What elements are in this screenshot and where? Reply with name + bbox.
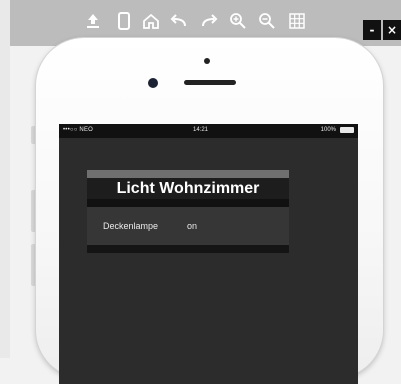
- panel-divider: [87, 199, 289, 207]
- zoom-out-icon[interactable]: [256, 10, 278, 32]
- window-controls: - ×: [363, 20, 401, 40]
- light-panel: Licht Wohnzimmer Deckenlampe on: [87, 170, 289, 253]
- switch-row-deckenlampe[interactable]: Deckenlampe on: [87, 207, 289, 245]
- undo-icon[interactable]: [168, 10, 190, 32]
- switch-label: Deckenlampe: [103, 221, 159, 231]
- battery-icon: [340, 127, 354, 133]
- phone-sensor: [204, 58, 210, 64]
- status-time: 14:21: [193, 127, 209, 133]
- zoom-in-icon[interactable]: [227, 10, 249, 32]
- status-battery-percent: 100%: [320, 127, 336, 133]
- panel-title: Licht Wohnzimmer: [87, 178, 289, 199]
- home-icon[interactable]: [140, 10, 162, 32]
- panel-header-strip: [87, 170, 289, 178]
- phone-camera: [148, 78, 158, 88]
- switch-state[interactable]: on: [187, 221, 197, 231]
- phone-frame: •••○○ NEO 14:21 100% Licht Wohnzimmer De…: [36, 38, 383, 384]
- phone-speaker: [184, 80, 236, 85]
- phone-screen: •••○○ NEO 14:21 100% Licht Wohnzimmer De…: [59, 124, 358, 384]
- redo-icon[interactable]: [198, 10, 220, 32]
- upload-icon[interactable]: [82, 10, 104, 32]
- status-bar: •••○○ NEO 14:21 100%: [59, 124, 358, 138]
- minimize-button[interactable]: -: [363, 20, 381, 40]
- grid-icon[interactable]: [286, 10, 308, 32]
- panel-footer-strip: [87, 245, 289, 253]
- status-carrier: •••○○ NEO: [63, 127, 94, 133]
- close-button[interactable]: ×: [383, 20, 401, 40]
- left-margin: [0, 0, 10, 358]
- phone-icon[interactable]: [113, 10, 135, 32]
